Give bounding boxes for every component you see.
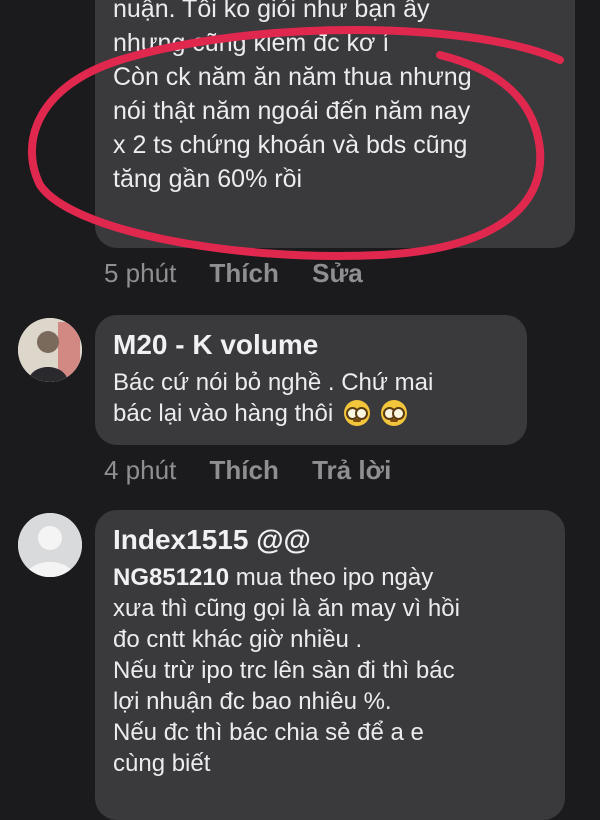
comment-bubble: Index1515 @@ NG851210 mua theo ipo ngày … <box>95 510 565 820</box>
comment-text-line: Nếu trừ ipo trc lên sàn đi thì bác <box>113 657 455 684</box>
comment-text-line: đo cntt khác giờ nhiều . <box>113 626 363 653</box>
comment-actions: 4 phút Thích Trả lời <box>104 455 417 486</box>
comment-author[interactable]: Index1515 @@ <box>113 524 547 556</box>
comment-text-line: x 2 ts chứng khoán và bds cũng <box>113 131 468 159</box>
comment-bubble: M20 - K volume Bác cứ nói bỏ nghề . Chứ … <box>95 315 527 445</box>
comment-text-line: Bác cứ nói bỏ nghề . Chứ mai <box>113 369 434 396</box>
comment-author[interactable]: M20 - K volume <box>113 329 509 361</box>
comment-text-line: nói thật năm ngoái đến năm nay <box>113 97 471 125</box>
like-button[interactable]: Thích <box>210 455 279 485</box>
mention-link[interactable]: NG851210 <box>113 564 229 591</box>
comment-text-line: NG851210 mua theo ipo ngày <box>113 562 547 593</box>
avatar[interactable] <box>18 318 82 382</box>
comment-text-line: nhưng cũng kiếm đc kơ í <box>113 29 390 57</box>
edit-button[interactable]: Sửa <box>312 258 363 288</box>
comment-bubble: nuận. Tôi ko giỏi như bạn ấy nhưng cũng … <box>95 0 575 248</box>
comment-text-line: lợi nhuận đc bao nhiêu %. <box>113 688 392 715</box>
comment-text-line: Còn ck năm ăn năm thua nhưng <box>113 63 472 91</box>
avatar[interactable] <box>18 513 82 577</box>
person-photo-icon <box>18 318 82 382</box>
comment-text: mua theo ipo ngày <box>229 564 434 591</box>
comment-text-line: nuận. Tôi ko giỏi như bạn ấy <box>113 0 430 23</box>
comment-text: bác lại vào hàng thôi <box>113 400 334 427</box>
comment-text-line: tăng gần 60% rồi <box>113 165 303 193</box>
comment-text-line: Nếu đc thì bác chia sẻ để a e <box>113 719 424 746</box>
comment-text-line: bác lại vào hàng thôi <box>113 398 509 429</box>
nerd-face-emoji-icon <box>380 400 407 426</box>
reply-button[interactable]: Trả lời <box>312 455 391 485</box>
nerd-face-emoji-icon <box>343 400 370 426</box>
like-button[interactable]: Thích <box>210 258 279 288</box>
comment-time: 4 phút <box>104 455 177 485</box>
comment-actions: 5 phút Thích Sửa <box>104 258 389 289</box>
comment-text-line: cùng biết <box>113 750 211 777</box>
default-user-icon <box>18 513 82 577</box>
comment-text-line: xưa thì cũng gọi là ăn may vì hồi <box>113 595 460 622</box>
comment-time: 5 phút <box>104 258 177 288</box>
